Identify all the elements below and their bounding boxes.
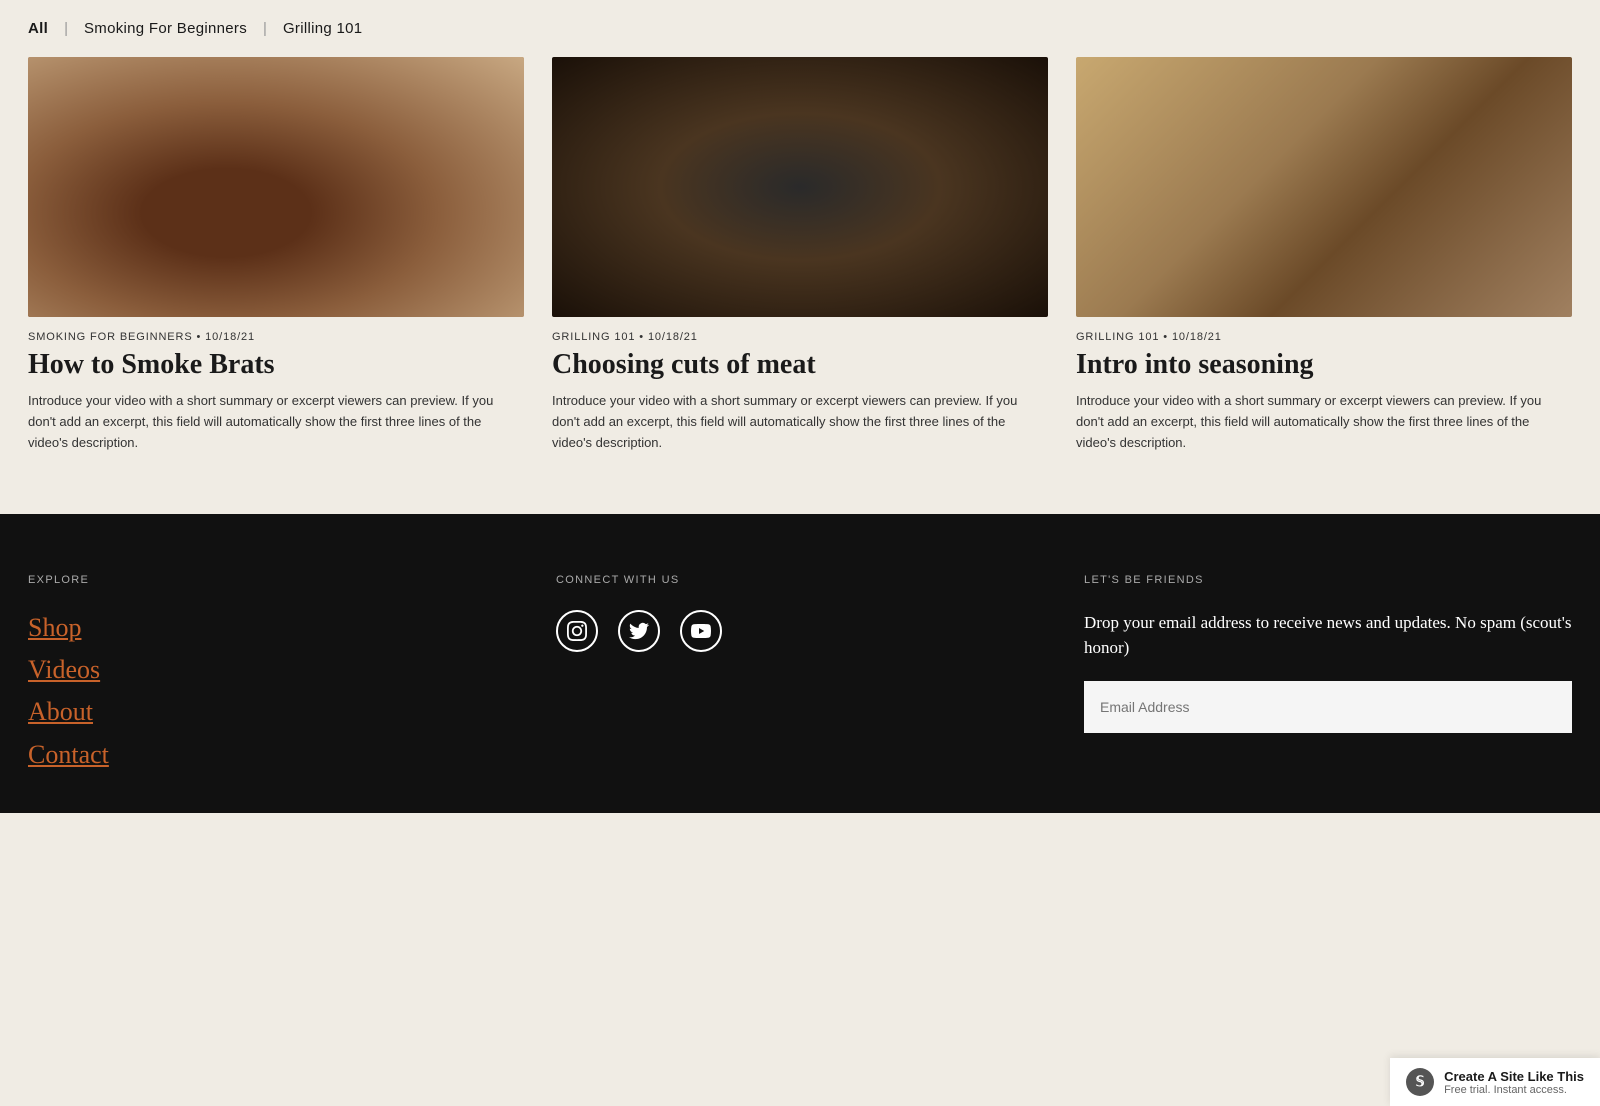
ss-badge-subtitle: Free trial. Instant access. (1444, 1084, 1584, 1096)
card-3-image-placeholder (1076, 57, 1572, 317)
ss-badge-title: Create A Site Like This (1444, 1069, 1584, 1084)
card-2: GRILLING 101 • 10/18/21 Choosing cuts of… (552, 57, 1048, 454)
card-3-title[interactable]: Intro into seasoning (1076, 349, 1572, 381)
card-2-excerpt: Introduce your video with a short summar… (552, 391, 1048, 453)
instagram-icon[interactable] (556, 610, 598, 652)
footer-explore-col: EXPLORE Shop Videos About Contact (28, 574, 516, 774)
card-1-category: SMOKING FOR BEGINNERS (28, 331, 193, 343)
card-2-category: GRILLING 101 (552, 331, 635, 343)
card-2-image[interactable] (552, 57, 1048, 317)
card-2-meta: GRILLING 101 • 10/18/21 (552, 331, 1048, 343)
main-content: SMOKING FOR BEGINNERS • 10/18/21 How to … (0, 57, 1600, 514)
footer-link-about[interactable]: About (28, 694, 516, 730)
social-icons (556, 610, 1044, 652)
footer-friends-col: LET'S BE FRIENDS Drop your email address… (1084, 574, 1572, 774)
footer-link-videos[interactable]: Videos (28, 652, 516, 688)
footer-link-contact[interactable]: Contact (28, 737, 516, 773)
filter-bar: All | Smoking For Beginners | Grilling 1… (0, 0, 1600, 57)
card-1-meta: SMOKING FOR BEGINNERS • 10/18/21 (28, 331, 524, 343)
card-1-title[interactable]: How to Smoke Brats (28, 349, 524, 381)
card-1-date: 10/18/21 (205, 331, 255, 343)
card-1-sep: • (197, 331, 206, 343)
filter-sep-2: | (263, 20, 267, 37)
card-3-meta: GRILLING 101 • 10/18/21 (1076, 331, 1572, 343)
card-3-date: 10/18/21 (1172, 331, 1222, 343)
filter-all[interactable]: All (28, 20, 48, 37)
twitter-icon[interactable] (618, 610, 660, 652)
footer-friends-label: LET'S BE FRIENDS (1084, 574, 1572, 586)
footer-explore-label: EXPLORE (28, 574, 516, 586)
footer-connect-col: CONNECT WITH US (556, 574, 1044, 774)
card-1-image-placeholder (28, 57, 524, 317)
card-1-excerpt: Introduce your video with a short summar… (28, 391, 524, 453)
filter-smoking[interactable]: Smoking For Beginners (84, 20, 247, 37)
friends-text: Drop your email address to receive news … (1084, 610, 1572, 661)
filter-grilling[interactable]: Grilling 101 (283, 20, 362, 37)
footer-link-shop[interactable]: Shop (28, 610, 516, 646)
ss-badge-text: Create A Site Like This Free trial. Inst… (1444, 1069, 1584, 1096)
card-3-image[interactable] (1076, 57, 1572, 317)
email-input[interactable] (1084, 681, 1572, 733)
card-2-date: 10/18/21 (648, 331, 698, 343)
card-3-sep: • (1163, 331, 1172, 343)
card-2-image-placeholder (552, 57, 1048, 317)
squarespace-logo: 𝕊 (1406, 1068, 1434, 1096)
youtube-icon[interactable] (680, 610, 722, 652)
card-1-image[interactable] (28, 57, 524, 317)
filter-sep-1: | (64, 20, 68, 37)
footer-links: Shop Videos About Contact (28, 610, 516, 774)
squarespace-badge[interactable]: 𝕊 Create A Site Like This Free trial. In… (1390, 1058, 1600, 1106)
footer-connect-label: CONNECT WITH US (556, 574, 1044, 586)
card-3: GRILLING 101 • 10/18/21 Intro into seaso… (1076, 57, 1572, 454)
card-2-sep: • (639, 331, 648, 343)
footer: EXPLORE Shop Videos About Contact CONNEC… (0, 514, 1600, 814)
card-3-excerpt: Introduce your video with a short summar… (1076, 391, 1572, 453)
cards-grid: SMOKING FOR BEGINNERS • 10/18/21 How to … (28, 57, 1572, 454)
card-3-category: GRILLING 101 (1076, 331, 1159, 343)
card-2-title[interactable]: Choosing cuts of meat (552, 349, 1048, 381)
card-1: SMOKING FOR BEGINNERS • 10/18/21 How to … (28, 57, 524, 454)
